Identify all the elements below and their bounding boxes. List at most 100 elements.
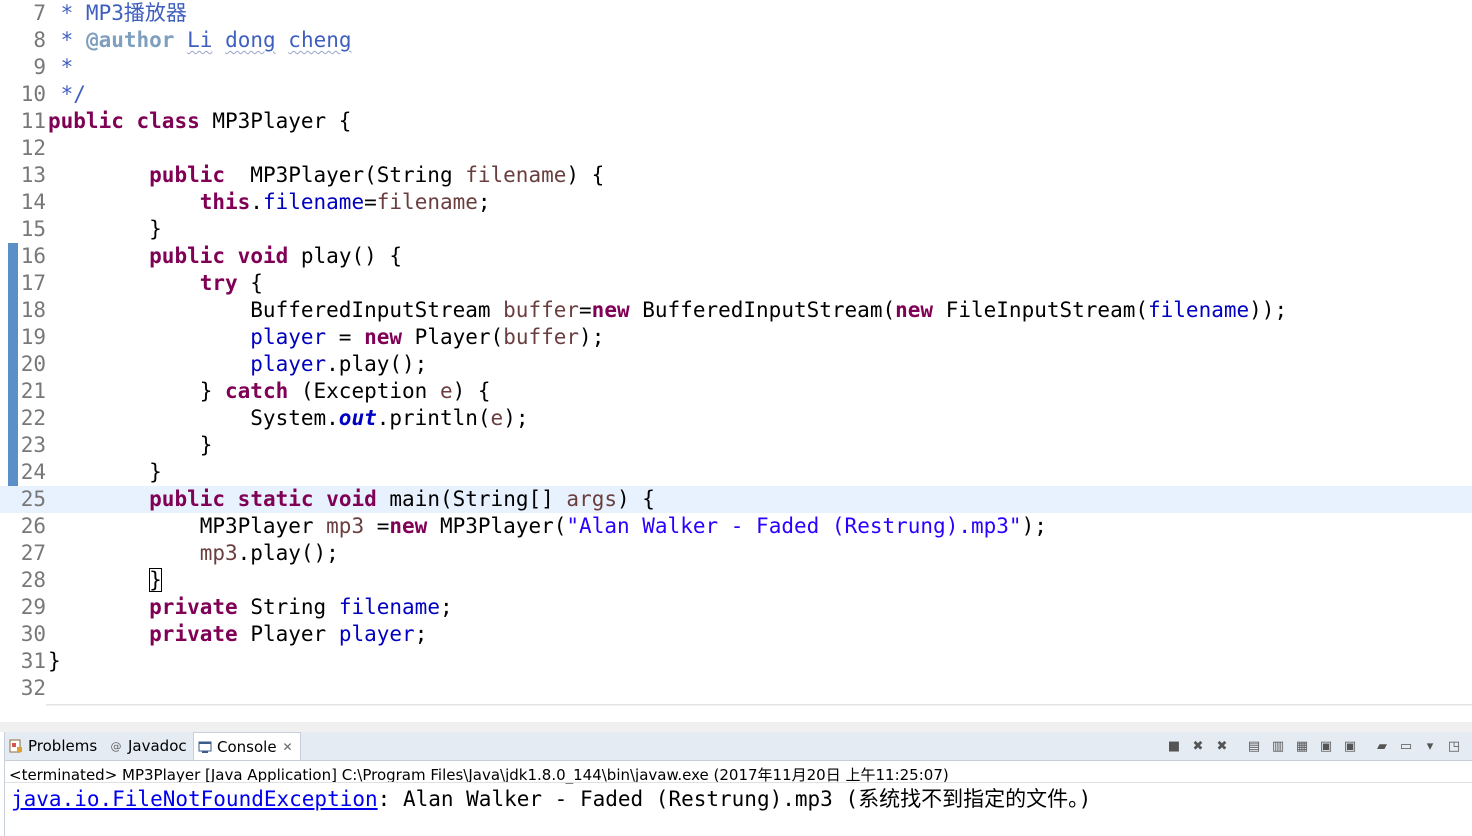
console-output[interactable]: java.io.FileNotFoundException: Alan Walk…: [11, 786, 1091, 812]
line-number: 13: [20, 163, 46, 187]
code-editor[interactable]: 7 * MP3播放器 8 * @author Li dong cheng 9 * 10…: [0, 0, 1472, 706]
code-text[interactable]: * @author Li dong cheng: [48, 27, 352, 54]
code-line[interactable]: 9 *: [0, 54, 1472, 81]
code-text[interactable]: *: [48, 54, 74, 81]
code-token: String: [237, 595, 339, 619]
code-token: "Alan Walker - Faded (Restrung).mp3": [566, 514, 1022, 538]
pin-console-icon[interactable]: ▰: [1373, 737, 1391, 755]
code-line[interactable]: 8 * @author Li dong cheng: [0, 27, 1472, 54]
code-text[interactable]: mp3.play();: [48, 540, 339, 567]
code-text[interactable]: try {: [48, 270, 263, 297]
line-number: 21: [20, 379, 46, 403]
tab-problems-label: Problems: [28, 737, 98, 755]
terminate-icon[interactable]: ■: [1165, 737, 1183, 755]
code-line[interactable]: 12: [0, 135, 1472, 162]
code-text[interactable]: }: [48, 432, 213, 459]
code-text[interactable]: }: [48, 216, 162, 243]
code-line[interactable]: 21 } catch (Exception e) {: [0, 378, 1472, 405]
code-line[interactable]: 26 MP3Player mp3 =new MP3Player("Alan Wa…: [0, 513, 1472, 540]
code-line[interactable]: 14 this.filename=filename;: [0, 189, 1472, 216]
code-text[interactable]: }: [48, 648, 61, 675]
code-text[interactable]: */: [48, 81, 86, 108]
code-token: .println(: [376, 406, 491, 430]
code-text[interactable]: public class MP3Player {: [48, 108, 351, 135]
code-token: main(String[]: [376, 487, 567, 511]
code-line[interactable]: 30 private Player player;: [0, 621, 1472, 648]
code-line[interactable]: 27 mp3.play();: [0, 540, 1472, 567]
remove-launch-icon[interactable]: ✖: [1189, 737, 1207, 755]
code-line[interactable]: 7 * MP3播放器: [0, 0, 1472, 27]
line-number: 28: [20, 568, 46, 592]
code-text[interactable]: System.out.println(e);: [48, 405, 528, 432]
code-text[interactable]: player = new Player(buffer);: [48, 324, 604, 351]
code-line[interactable]: 22 System.out.println(e);: [0, 405, 1472, 432]
dropdown-chevron-icon[interactable]: ▾: [1421, 737, 1439, 755]
code-token: args: [566, 487, 617, 511]
code-text[interactable]: public void play() {: [48, 243, 402, 270]
code-line[interactable]: 29 private String filename;: [0, 594, 1472, 621]
remove-all-terminated-icon[interactable]: ✖: [1213, 737, 1231, 755]
code-token: catch: [225, 379, 289, 403]
exception-message: : Alan Walker - Faded (Restrung).mp3 (系统…: [377, 787, 1092, 811]
code-text[interactable]: private Player player;: [48, 621, 427, 648]
code-text[interactable]: }: [48, 567, 162, 594]
code-token: filename: [1148, 298, 1250, 322]
code-text[interactable]: public MP3Player(String filename) {: [48, 162, 604, 189]
code-line[interactable]: 24 }: [0, 459, 1472, 486]
code-text[interactable]: BufferedInputStream buffer=new BufferedI…: [48, 297, 1287, 324]
line-number: 15: [20, 217, 46, 241]
code-line[interactable]: 23 }: [0, 432, 1472, 459]
exception-link[interactable]: java.io.FileNotFoundException: [11, 787, 378, 811]
code-text[interactable]: public static void main(String[] args) {: [48, 486, 655, 513]
code-text[interactable]: MP3Player mp3 =new MP3Player("Alan Walke…: [48, 513, 1047, 540]
scroll-lock-icon[interactable]: ▥: [1269, 737, 1287, 755]
code-token: e: [439, 379, 453, 403]
code-line[interactable]: 28 }: [0, 567, 1472, 594]
code-token: .play();: [237, 541, 339, 565]
code-line[interactable]: 15 }: [0, 216, 1472, 243]
code-line[interactable]: 10 */: [0, 81, 1472, 108]
code-text[interactable]: player.play();: [48, 351, 427, 378]
code-line[interactable]: 16 public void play() {: [0, 243, 1472, 270]
code-line[interactable]: 11 public class MP3Player {: [0, 108, 1472, 135]
horizontal-scrollbar[interactable]: <: [46, 704, 1472, 706]
code-line[interactable]: 19 player = new Player(buffer);: [0, 324, 1472, 351]
tab-javadoc[interactable]: @ Javadoc: [109, 732, 187, 760]
code-line[interactable]: 13 public MP3Player(String filename) {: [0, 162, 1472, 189]
code-token: player: [250, 352, 327, 376]
view-separator[interactable]: [0, 722, 1472, 732]
code-token: }: [48, 379, 226, 403]
word-wrap-icon[interactable]: ▦: [1293, 737, 1311, 755]
code-line[interactable]: 18 BufferedInputStream buffer=new Buffer…: [0, 297, 1472, 324]
code-lines[interactable]: 7 * MP3播放器 8 * @author Li dong cheng 9 * 10…: [0, 0, 1472, 702]
code-text[interactable]: private String filename;: [48, 594, 452, 621]
clear-console-icon[interactable]: ▤: [1245, 737, 1263, 755]
scroll-left-arrow-icon[interactable]: <: [50, 705, 62, 706]
code-token: *: [48, 28, 86, 52]
line-number: 7: [33, 1, 46, 25]
display-selected-console-icon[interactable]: ▭: [1397, 737, 1415, 755]
code-line[interactable]: 25 public static void main(String[] args…: [0, 486, 1472, 513]
code-token: (Exception: [288, 379, 440, 403]
show-console-on-output-icon[interactable]: ▣: [1317, 737, 1335, 755]
code-text[interactable]: }: [48, 459, 162, 486]
code-text[interactable]: this.filename=filename;: [48, 189, 491, 216]
code-line[interactable]: 31}: [0, 648, 1472, 675]
code-token: MP3Player(String: [225, 163, 466, 187]
code-token: }: [48, 217, 162, 241]
tab-problems[interactable]: Problems: [9, 732, 97, 760]
code-token: public: [149, 487, 226, 511]
code-token: );: [503, 406, 529, 430]
code-token: MP3Player(: [427, 514, 567, 538]
code-line[interactable]: 20 player.play();: [0, 351, 1472, 378]
show-console-on-error-icon[interactable]: ▣: [1341, 737, 1359, 755]
code-line[interactable]: 32: [0, 675, 1472, 702]
close-icon[interactable]: ✕: [283, 740, 293, 754]
code-text[interactable]: } catch (Exception e) {: [48, 378, 491, 405]
code-text[interactable]: * MP3播放器: [48, 0, 187, 27]
tab-console[interactable]: Console ✕: [193, 732, 301, 760]
open-console-icon[interactable]: ◳: [1445, 737, 1463, 755]
code-line[interactable]: 17 try {: [0, 270, 1472, 297]
